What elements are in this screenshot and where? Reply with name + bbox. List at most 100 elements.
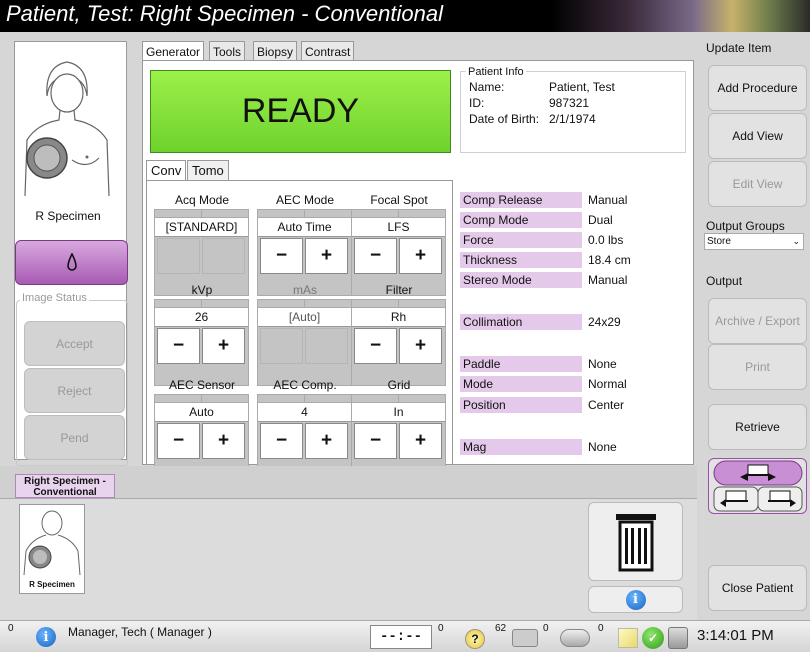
- kvp-indicator: [155, 300, 248, 308]
- aec-comp-value[interactable]: 4: [258, 403, 351, 422]
- output-label: Output: [706, 274, 743, 288]
- acq-mode-indicator: [155, 210, 248, 218]
- close-patient-button[interactable]: Close Patient: [708, 565, 807, 611]
- edit-view-button[interactable]: Edit View: [708, 161, 807, 207]
- tab-conv[interactable]: Conv: [146, 160, 187, 181]
- window-title: Patient, Test: Right Specimen - Conventi…: [6, 1, 443, 26]
- alarm-count: 0: [8, 623, 14, 634]
- procedure-tab[interactable]: Right Specimen - Conventional: [15, 474, 115, 498]
- paddle-shift-control[interactable]: [708, 458, 807, 514]
- aec-sensor-minus-button[interactable]: −: [157, 423, 200, 459]
- retrieve-button[interactable]: Retrieve: [708, 404, 807, 450]
- status-ok-icon[interactable]: ✓: [642, 627, 664, 649]
- grid-plus-button[interactable]: +: [399, 423, 442, 459]
- mas-control: [Auto]: [257, 299, 352, 386]
- collimation-label: Collimation: [460, 314, 582, 330]
- chevron-down-icon: ⌄: [792, 236, 800, 246]
- acq-mode-value[interactable]: [STANDARD]: [155, 218, 248, 237]
- add-procedure-button[interactable]: Add Procedure: [708, 65, 807, 111]
- kvp-value[interactable]: 26: [155, 308, 248, 327]
- reject-button[interactable]: Reject: [24, 368, 125, 413]
- acq-mode-minus-button[interactable]: [157, 238, 200, 274]
- force-label: Force: [460, 232, 582, 248]
- mas-minus-button[interactable]: [260, 328, 303, 364]
- kvp-control: 26− +: [154, 299, 249, 386]
- accept-button[interactable]: Accept: [24, 321, 125, 366]
- note-icon[interactable]: [618, 628, 638, 648]
- focal-spot-plus-button[interactable]: +: [399, 238, 442, 274]
- title-decoration: [550, 0, 810, 32]
- aec-sensor-value[interactable]: Auto: [155, 403, 248, 422]
- detector-icon[interactable]: [512, 629, 538, 647]
- acq-mode-plus-button[interactable]: [202, 238, 245, 274]
- kvp-plus-button[interactable]: +: [202, 328, 245, 364]
- grid-minus-button[interactable]: −: [354, 423, 397, 459]
- aec-comp-indicator: [258, 395, 351, 403]
- delete-button[interactable]: [588, 502, 683, 581]
- tab-biopsy[interactable]: Biopsy: [253, 41, 298, 61]
- patient-info-box: Name: Patient, Test ID: 987321 Date of B…: [460, 71, 686, 153]
- stereo-mode-value: Manual: [588, 273, 628, 287]
- aec-sensor-label: AEC Sensor: [168, 378, 236, 392]
- tab-tools[interactable]: Tools: [209, 41, 246, 61]
- thickness-value: 18.4 cm: [588, 253, 631, 267]
- output-groups-label: Output Groups: [706, 219, 785, 233]
- output-group-select[interactable]: Store ⌄: [704, 233, 804, 250]
- filter-value[interactable]: Rh: [352, 308, 445, 327]
- aec-mode-minus-button[interactable]: −: [260, 238, 303, 274]
- grid-value[interactable]: In: [352, 403, 445, 422]
- trash-icon: [615, 513, 656, 571]
- archive-export-button[interactable]: Archive / Export: [708, 298, 807, 344]
- mode-value: Normal: [588, 377, 627, 391]
- aec-comp-label: AEC Comp.: [273, 378, 337, 392]
- aec-mode-value[interactable]: Auto Time: [258, 218, 351, 237]
- aec-sensor-plus-button[interactable]: +: [202, 423, 245, 459]
- paddle-shift-icon: [713, 460, 802, 512]
- exposure-timer: --:--: [370, 625, 432, 649]
- focal-spot-indicator: [352, 210, 445, 218]
- info-button[interactable]: i: [588, 586, 683, 613]
- aec-mode-plus-button[interactable]: +: [305, 238, 348, 274]
- tab-contrast[interactable]: Contrast: [301, 41, 355, 61]
- right-panel: Update Item Add Procedure Add View Edit …: [700, 38, 810, 620]
- comp-release-value: Manual: [588, 193, 628, 207]
- specimen-button[interactable]: [15, 240, 128, 285]
- anatomy-icon: [24, 61, 110, 197]
- aec-mode-label: AEC Mode: [275, 193, 335, 207]
- kvp-minus-button[interactable]: −: [157, 328, 200, 364]
- dob-label: Date of Birth:: [469, 112, 540, 126]
- filter-minus-button[interactable]: −: [354, 328, 397, 364]
- pend-button[interactable]: Pend: [24, 415, 125, 460]
- user-name[interactable]: Manager, Tech ( Manager ): [68, 625, 212, 639]
- tab-tomo[interactable]: Tomo: [187, 160, 229, 180]
- aec-sensor-indicator: [155, 395, 248, 403]
- system-icon[interactable]: [668, 627, 688, 649]
- mode-label: Mode: [460, 376, 582, 392]
- info-icon: i: [625, 589, 646, 610]
- filter-plus-button[interactable]: +: [399, 328, 442, 364]
- position-label: Position: [460, 397, 582, 413]
- mas-value[interactable]: [Auto]: [258, 308, 351, 327]
- alarm-info-icon[interactable]: i: [36, 627, 56, 647]
- ready-status: READY: [150, 70, 451, 153]
- patient-info-title: Patient Info: [466, 66, 526, 78]
- tube-icon[interactable]: [560, 629, 590, 647]
- focal-spot-minus-button[interactable]: −: [354, 238, 397, 274]
- stereo-mode-label: Stereo Mode: [460, 272, 582, 288]
- filter-indicator: [352, 300, 445, 308]
- add-view-button[interactable]: Add View: [708, 113, 807, 159]
- mag-label: Mag: [460, 439, 582, 455]
- paddle-label: Paddle: [460, 356, 582, 372]
- help-icon[interactable]: ?: [465, 629, 485, 649]
- view-thumbnail[interactable]: R Specimen: [19, 504, 85, 594]
- aec-comp-minus-button[interactable]: −: [260, 423, 303, 459]
- print-button[interactable]: Print: [708, 344, 807, 390]
- filter-label: Filter: [385, 283, 413, 297]
- help-count: 62: [495, 623, 507, 634]
- focal-spot-label: Focal Spot: [370, 193, 428, 207]
- grid-indicator: [352, 395, 445, 403]
- output-group-value: Store: [707, 236, 731, 247]
- aec-comp-plus-button[interactable]: +: [305, 423, 348, 459]
- focal-spot-value[interactable]: LFS: [352, 218, 445, 237]
- mas-plus-button[interactable]: [305, 328, 348, 364]
